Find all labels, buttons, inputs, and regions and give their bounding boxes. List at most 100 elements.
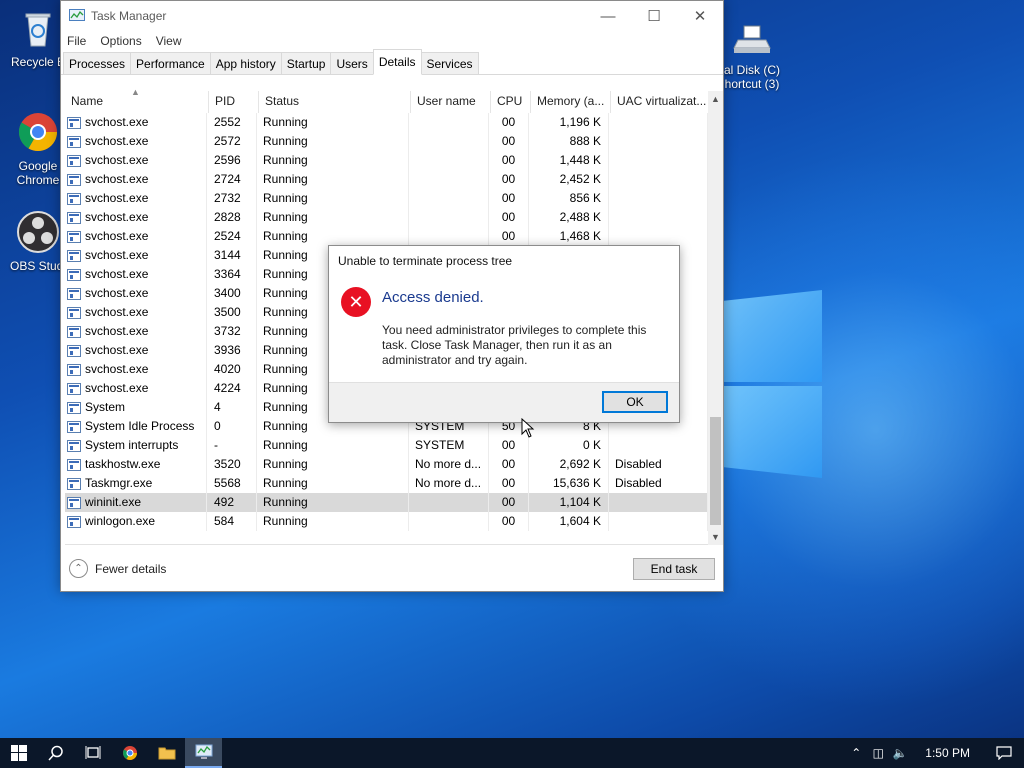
maximize-button[interactable]: ☐ [631,1,677,31]
network-icon[interactable]: ◫ [867,746,889,760]
scrollbar-thumb[interactable] [710,417,721,525]
error-icon: ✕ [341,287,371,317]
taskbar-chrome[interactable] [111,738,148,768]
process-icon [67,230,81,243]
pid-cell: 2524 [207,227,257,246]
footer: ⌃ Fewer details End task [61,547,723,591]
status-cell: Running [257,436,409,455]
end-task-button[interactable]: End task [633,558,715,580]
action-center-button[interactable] [984,738,1024,768]
menu-file[interactable]: File [67,34,86,48]
title-bar[interactable]: Task Manager — ☐ ✕ [61,1,723,31]
user-name-cell [409,113,489,132]
process-icon [67,173,81,186]
process-icon [67,249,81,262]
table-row[interactable]: svchost.exe 2724 Running 00 2,452 K [65,170,708,189]
desktop-icon-local-disk[interactable]: al Disk (C) hortcut (3) [712,14,792,91]
tab-startup[interactable]: Startup [280,52,332,74]
sort-ascending-icon: ▲ [131,87,140,97]
table-row[interactable]: svchost.exe 2828 Running 00 2,488 K [65,208,708,227]
cpu-cell: 00 [489,208,529,227]
chrome-icon [18,113,58,152]
clock[interactable]: 1:50 PM [911,746,984,760]
dialog-title: Unable to terminate process tree [338,254,513,268]
chevron-up-icon: ⌃ [69,559,88,578]
taskbar-file-explorer[interactable] [148,738,185,768]
start-button[interactable] [0,738,37,768]
pid-cell: 3144 [207,246,257,265]
process-name: svchost.exe [85,210,149,224]
memory-cell: 888 K [529,132,609,151]
pid-cell: - [207,436,257,455]
close-button[interactable]: ✕ [677,1,723,31]
user-name-cell [409,189,489,208]
process-name: svchost.exe [85,115,149,129]
pid-cell: 2724 [207,170,257,189]
scroll-up-icon[interactable]: ▲ [708,91,723,107]
table-row[interactable]: winlogon.exe 584 Running 00 1,604 K [65,512,708,531]
pid-cell: 4224 [207,379,257,398]
column-header-status[interactable]: Status [259,91,411,113]
process-name-cell: svchost.exe [65,113,207,132]
tab-performance[interactable]: Performance [130,52,211,74]
table-row[interactable]: svchost.exe 2572 Running 00 888 K [65,132,708,151]
process-name-cell: svchost.exe [65,170,207,189]
status-cell: Running [257,474,409,493]
tab-users[interactable]: Users [330,52,374,74]
process-icon [67,363,81,376]
cpu-cell: 00 [489,493,529,512]
ok-button[interactable]: OK [602,391,668,413]
process-name: taskhostw.exe [85,457,161,471]
tab-processes[interactable]: Processes [63,52,132,74]
cpu-cell: 00 [489,474,529,493]
fewer-details-label: Fewer details [95,561,167,576]
process-name: svchost.exe [85,248,149,262]
column-header-user-name[interactable]: User name [411,91,491,113]
memory-cell: 2,452 K [529,170,609,189]
menu-view[interactable]: View [156,34,182,48]
uac-cell: Disabled [609,455,708,474]
process-icon [67,458,81,471]
pid-cell: 0 [207,417,257,436]
fewer-details-button[interactable]: ⌃ Fewer details [69,559,166,578]
table-row[interactable]: wininit.exe 492 Running 00 1,104 K [65,493,708,512]
pid-cell: 4020 [207,360,257,379]
table-row[interactable]: taskhostw.exe 3520 Running No more d... 00 2,… [65,455,708,474]
pid-cell: 2828 [207,208,257,227]
menu-options[interactable]: Options [100,34,141,48]
table-row[interactable]: System interrupts - Running SYSTEM 00 0 K [65,436,708,455]
column-header-pid[interactable]: PID [209,91,259,113]
user-name-cell [409,208,489,227]
taskbar-task-manager[interactable] [185,738,222,768]
process-name: svchost.exe [85,343,149,357]
uac-cell [609,208,708,227]
process-name-cell: svchost.exe [65,189,207,208]
scroll-down-icon[interactable]: ▼ [708,529,723,545]
show-hidden-icons-icon[interactable]: ⌃ [845,746,867,760]
table-row[interactable]: svchost.exe 2732 Running 00 856 K [65,189,708,208]
volume-icon[interactable]: 🔈 [889,746,911,760]
uac-cell: Disabled [609,474,708,493]
tab-services[interactable]: Services [420,52,479,74]
task-view-button[interactable] [74,738,111,768]
column-header-cpu[interactable]: CPU [491,91,531,113]
table-row[interactable]: Taskmgr.exe 5568 Running No more d... 00 15,6… [65,474,708,493]
minimize-button[interactable]: — [585,1,631,31]
tab-app-history[interactable]: App history [209,52,282,74]
process-name-cell: taskhostw.exe [65,455,207,474]
status-cell: Running [257,512,409,531]
table-row[interactable]: svchost.exe 2596 Running 00 1,448 K [65,151,708,170]
column-header-uac[interactable]: UAC virtualizat... [611,91,710,113]
process-icon [67,192,81,205]
process-icon [67,325,81,338]
process-name: svchost.exe [85,153,149,167]
vertical-scrollbar[interactable]: ▲ ▼ [708,91,723,545]
column-header-memory[interactable]: Memory (a... [531,91,611,113]
table-row[interactable]: svchost.exe 2524 Running 00 1,468 K [65,227,708,246]
process-name: System [85,400,126,414]
table-row[interactable]: svchost.exe 2552 Running 00 1,196 K [65,113,708,132]
tab-details[interactable]: Details [372,49,422,75]
process-name-cell: System interrupts [65,436,207,455]
user-name-cell [409,132,489,151]
search-button[interactable] [37,738,74,768]
